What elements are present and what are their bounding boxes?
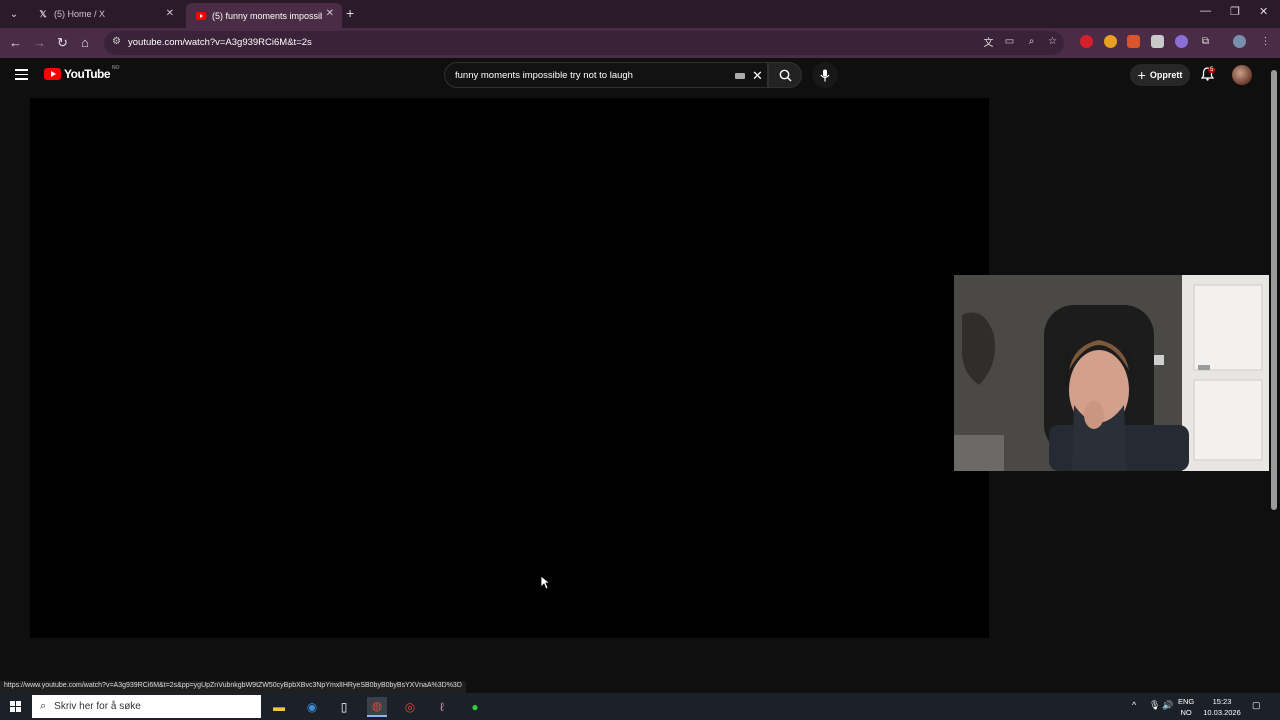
voice-search-button[interactable] — [812, 62, 838, 88]
browser-toolbar: ← → ↻ ⌂ ⚙ youtube.com/watch?v=A3g939RCi6… — [0, 28, 1280, 58]
plus-icon: + — [1137, 67, 1146, 83]
clock-date: 10.03.2026 — [1203, 708, 1241, 717]
file-explorer-icon[interactable]: ▬ — [269, 697, 289, 717]
tray-overflow-icon[interactable]: ^ — [1132, 700, 1136, 710]
profile-icon[interactable] — [1233, 35, 1246, 48]
microphone-icon — [820, 69, 830, 81]
youtube-play-icon — [44, 68, 61, 80]
taskbar-search-input[interactable]: ⌕ Skriv her for å søke — [32, 695, 261, 718]
forward-icon[interactable]: → — [33, 35, 46, 50]
search-button[interactable] — [768, 62, 802, 88]
taskbar-search-placeholder: Skriv her for å søke — [54, 701, 141, 712]
cast-icon[interactable]: ▭ — [1003, 35, 1016, 48]
chrome-icon[interactable]: ◍ — [367, 697, 387, 717]
search-input[interactable]: funny moments impossible try not to laug… — [444, 62, 768, 88]
scrollbar-thumb[interactable] — [1271, 70, 1277, 510]
clear-search-icon[interactable]: ✕ — [752, 68, 763, 84]
youtube-logo[interactable]: YouTube NO — [44, 65, 120, 81]
translate-icon[interactable]: 文 — [982, 35, 995, 49]
hamburger-menu-icon[interactable] — [15, 69, 28, 83]
extension-grey-icon[interactable] — [1151, 35, 1164, 48]
search-icon — [779, 69, 791, 81]
menu-kebab-icon[interactable]: ⋮ — [1259, 35, 1272, 48]
home-icon[interactable]: ⌂ — [81, 35, 89, 50]
extensions-puzzle-icon[interactable]: ⧉ — [1199, 35, 1212, 48]
clock[interactable]: 15:23 10.03.2026 — [1200, 696, 1244, 718]
bookmark-star-icon[interactable]: ☆ — [1046, 35, 1059, 48]
spotify-icon[interactable]: ● — [465, 697, 485, 717]
notepad-icon[interactable]: ▯ — [334, 697, 354, 717]
extension-purple-icon[interactable] — [1175, 35, 1188, 48]
page-scrollbar[interactable] — [1270, 62, 1278, 690]
reload-icon[interactable]: ↻ — [57, 35, 68, 51]
keyboard-icon[interactable] — [735, 73, 745, 79]
input-language[interactable]: ENG NO — [1178, 696, 1194, 718]
youtube-header: YouTube NO funny moments impossible try … — [0, 58, 1280, 92]
tab-title: (5) Home / X — [54, 9, 106, 19]
volume-icon[interactable]: 🔊 — [1162, 700, 1173, 711]
back-icon[interactable]: ← — [9, 35, 22, 50]
create-button[interactable]: + Opprett — [1130, 64, 1190, 86]
league-client-icon[interactable]: ℓ — [432, 697, 452, 717]
windows-start-icon[interactable] — [10, 701, 21, 712]
tab-youtube[interactable]: (5) funny moments impossible ✕ — [186, 3, 342, 28]
new-tab-button[interactable]: + — [346, 5, 354, 21]
close-tab-icon[interactable]: ✕ — [166, 8, 174, 19]
extension-fox-icon[interactable] — [1127, 35, 1140, 48]
clock-time: 15:23 — [1212, 697, 1232, 706]
windows-taskbar: ⌕ Skriv her for å søke ▬ ◉ ▯ ◍ ◎ ℓ ● ^ 🎙… — [0, 693, 1280, 720]
close-window-icon[interactable]: ✕ — [1259, 5, 1268, 18]
edge-browser-icon[interactable]: ◉ — [302, 697, 322, 717]
browser-tab-strip: ⌄ 𝕏 (5) Home / X ✕ (5) funny moments imp… — [0, 0, 1280, 28]
tab-title: (5) funny moments impossible — [212, 10, 322, 21]
lang-top: ENG — [1178, 697, 1195, 706]
address-bar[interactable]: ⚙ youtube.com/watch?v=A3g939RCi6M&t=2s — [104, 31, 1064, 55]
tab-x-home[interactable]: 𝕏 (5) Home / X ✕ — [28, 3, 182, 25]
webcam-overlay — [954, 275, 1269, 471]
close-tab-icon[interactable]: ✕ — [326, 8, 334, 19]
obs-icon[interactable]: ◎ — [400, 697, 420, 717]
avatar[interactable] — [1232, 65, 1252, 85]
video-player[interactable] — [30, 98, 989, 638]
tab-search-icon[interactable]: ⌄ — [4, 4, 24, 24]
minimize-icon[interactable]: — — [1200, 5, 1211, 17]
lang-bottom: NO — [1180, 708, 1192, 717]
x-logo-icon: 𝕏 — [39, 8, 47, 19]
notifications-center-icon[interactable]: ▢ — [1252, 700, 1261, 711]
url-text: youtube.com/watch?v=A3g939RCi6M&t=2s — [128, 37, 312, 48]
restore-icon[interactable]: ❐ — [1230, 5, 1240, 18]
site-info-icon[interactable]: ⚙ — [112, 36, 121, 47]
webcam-image — [954, 275, 1269, 471]
create-label: Opprett — [1149, 70, 1183, 80]
zoom-icon[interactable]: ⌕ — [1025, 35, 1038, 48]
extension-red-icon[interactable] — [1080, 35, 1093, 48]
country-code: NO — [112, 65, 120, 71]
extension-orange-icon[interactable] — [1104, 35, 1117, 48]
search-icon: ⌕ — [40, 700, 47, 712]
mouse-cursor-icon — [540, 575, 551, 595]
youtube-icon — [196, 11, 206, 21]
microphone-tray-icon[interactable]: 🎙 — [1149, 700, 1160, 711]
search-query: funny moments impossible try not to laug… — [455, 70, 633, 81]
logo-text: YouTube — [64, 67, 111, 81]
status-url: https://www.youtube.com/watch?v=A3g939RC… — [0, 681, 466, 693]
